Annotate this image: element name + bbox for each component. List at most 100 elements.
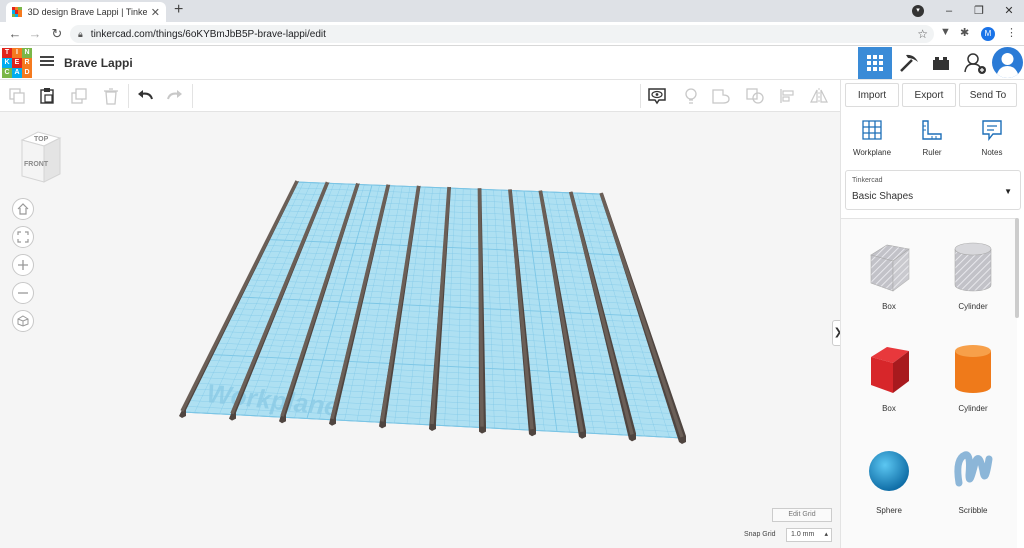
add-user-icon: [964, 53, 986, 74]
shape-scribble[interactable]: Scribble: [933, 441, 1013, 515]
shape-box-hole[interactable]: Box: [849, 237, 929, 311]
notes-toggle-button[interactable]: [646, 86, 668, 106]
ungroup-button[interactable]: [744, 86, 766, 106]
workplane[interactable]: Workplane: [0, 112, 840, 548]
extensions-puzzle-icon[interactable]: ✱: [960, 26, 969, 39]
duplicate-icon: [71, 88, 87, 104]
shape-library-select[interactable]: Tinkercad Basic Shapes ▼: [845, 170, 1021, 210]
duplicate-button[interactable]: [68, 86, 90, 106]
snap-grid-value: 1.0 mm: [791, 531, 815, 538]
import-export-bar: Import Export Send To: [841, 83, 1024, 109]
send-to-button[interactable]: Send To: [959, 83, 1017, 107]
new-tab-button[interactable]: +: [174, 1, 183, 19]
ruler-tool-label: Ruler: [922, 148, 942, 157]
ruler-tool[interactable]: Ruler: [903, 118, 961, 157]
back-icon[interactable]: ←: [6, 25, 24, 43]
url-text: tinkercad.com/things/6oKYBmJbB5P-brave-l…: [90, 28, 326, 40]
3d-viewport[interactable]: TOP FRONT Workplane ❯: [0, 112, 844, 548]
maximize-button[interactable]: ❐: [964, 0, 994, 22]
tinkercad-header: T I N K E R C A D Brave Lappi: [0, 46, 1024, 80]
workplane-tool[interactable]: Workplane: [843, 118, 901, 157]
snap-grid-label: Snap Grid: [744, 531, 776, 538]
align-button[interactable]: [776, 86, 798, 106]
extension-filter-icon[interactable]: ▼: [940, 26, 951, 38]
snap-grid-select[interactable]: 1.0 mm ▴: [786, 528, 832, 542]
design-title[interactable]: Brave Lappi: [64, 56, 133, 70]
delete-button[interactable]: [100, 86, 122, 106]
shape-name: Box: [882, 302, 896, 311]
import-button[interactable]: Import: [845, 83, 899, 107]
shape-cylinder-hole[interactable]: Cylinder: [933, 237, 1013, 311]
browser-tab[interactable]: 3D design Brave Lappi | Tinkercad ✕: [6, 2, 166, 22]
paste-button[interactable]: [36, 86, 58, 106]
close-window-button[interactable]: ✕: [994, 0, 1024, 22]
browser-menu-icon[interactable]: ⋮: [1006, 26, 1017, 39]
toolbar-divider: [640, 84, 641, 108]
bookmark-star-icon[interactable]: ☆: [917, 27, 928, 41]
light-bulb-icon: [685, 88, 697, 104]
eye-note-icon: [648, 88, 666, 105]
shapes-scrollbar[interactable]: [1015, 218, 1019, 318]
tab-search-icon[interactable]: ▾: [912, 5, 924, 17]
redo-icon: [167, 90, 182, 100]
design-list-icon[interactable]: [40, 56, 54, 68]
cylinder-hole-icon: [954, 242, 992, 292]
shape-name: Sphere: [876, 506, 902, 515]
copy-icon: [9, 88, 25, 104]
reload-icon[interactable]: ↻: [48, 25, 66, 43]
chevron-up-icon: ▴: [824, 531, 828, 538]
paste-icon: [40, 88, 54, 104]
logo-letter: D: [22, 68, 32, 78]
user-avatar-icon: [996, 53, 1019, 78]
dropdown-caret-icon: ▼: [1004, 187, 1012, 196]
workplane-tools: Workplane Ruler Notes: [841, 114, 1024, 164]
omnibox[interactable]: 🔒︎ tinkercad.com/things/6oKYBmJbB5P-brav…: [70, 25, 934, 43]
shape-cylinder[interactable]: Cylinder: [933, 339, 1013, 413]
copy-button[interactable]: [6, 86, 28, 106]
export-button[interactable]: Export: [902, 83, 956, 107]
undo-button[interactable]: [134, 86, 156, 106]
mirror-button[interactable]: [808, 86, 830, 106]
shape-name: Scribble: [958, 506, 988, 515]
brick-icon: [933, 57, 949, 70]
tab-close-icon[interactable]: ✕: [151, 6, 160, 19]
logo-letter: I: [12, 48, 22, 58]
toolbar-divider: [192, 84, 193, 108]
shape-box[interactable]: Box: [849, 339, 929, 413]
share-button[interactable]: [958, 47, 992, 79]
sphere-icon: [869, 451, 909, 491]
redo-button[interactable]: [164, 86, 186, 106]
box-hole-icon: [870, 244, 910, 292]
notes-icon: [982, 120, 1002, 141]
group-button[interactable]: [710, 86, 732, 106]
trash-icon: [104, 88, 118, 105]
library-name: Basic Shapes: [852, 191, 914, 202]
browser-tabstrip: 3D design Brave Lappi | Tinkercad ✕ + ▾ …: [0, 0, 1024, 22]
tab-title: 3D design Brave Lappi | Tinkercad: [27, 7, 147, 17]
group-icon: [712, 89, 730, 104]
logo-letter: T: [2, 48, 12, 58]
editor-toolbar: [0, 80, 840, 112]
shape-library-grid: Box Cylinder Box Cylinder Sphere Scribbl…: [841, 218, 1017, 548]
align-icon: [780, 89, 794, 103]
shape-name: Box: [882, 404, 896, 413]
shape-sphere[interactable]: Sphere: [849, 441, 929, 515]
edit-grid-button[interactable]: Edit Grid: [772, 508, 832, 522]
workplane-tool-label: Workplane: [852, 148, 892, 157]
ungroup-icon: [746, 88, 764, 104]
notes-tool-label: Notes: [981, 148, 1003, 157]
bricks-button[interactable]: [924, 47, 958, 79]
minimize-button[interactable]: –: [934, 0, 964, 22]
user-avatar[interactable]: [992, 47, 1023, 78]
tinkercad-logo[interactable]: T I N K E R C A D: [2, 48, 32, 78]
address-bar-row: ← → ↻ 🔒︎ tinkercad.com/things/6oKYBmJbB5…: [0, 22, 1024, 46]
light-bulb-button[interactable]: [680, 86, 702, 106]
right-panel: Import Export Send To Workplane Ruler No…: [840, 80, 1024, 548]
notes-tool[interactable]: Notes: [963, 118, 1021, 157]
3d-view-button[interactable]: [858, 47, 892, 79]
workplane-icon: [862, 120, 882, 140]
forward-icon[interactable]: →: [26, 25, 44, 43]
logo-letter: E: [12, 58, 22, 68]
blocks-button[interactable]: [892, 47, 926, 79]
browser-profile-avatar[interactable]: M: [981, 27, 995, 41]
